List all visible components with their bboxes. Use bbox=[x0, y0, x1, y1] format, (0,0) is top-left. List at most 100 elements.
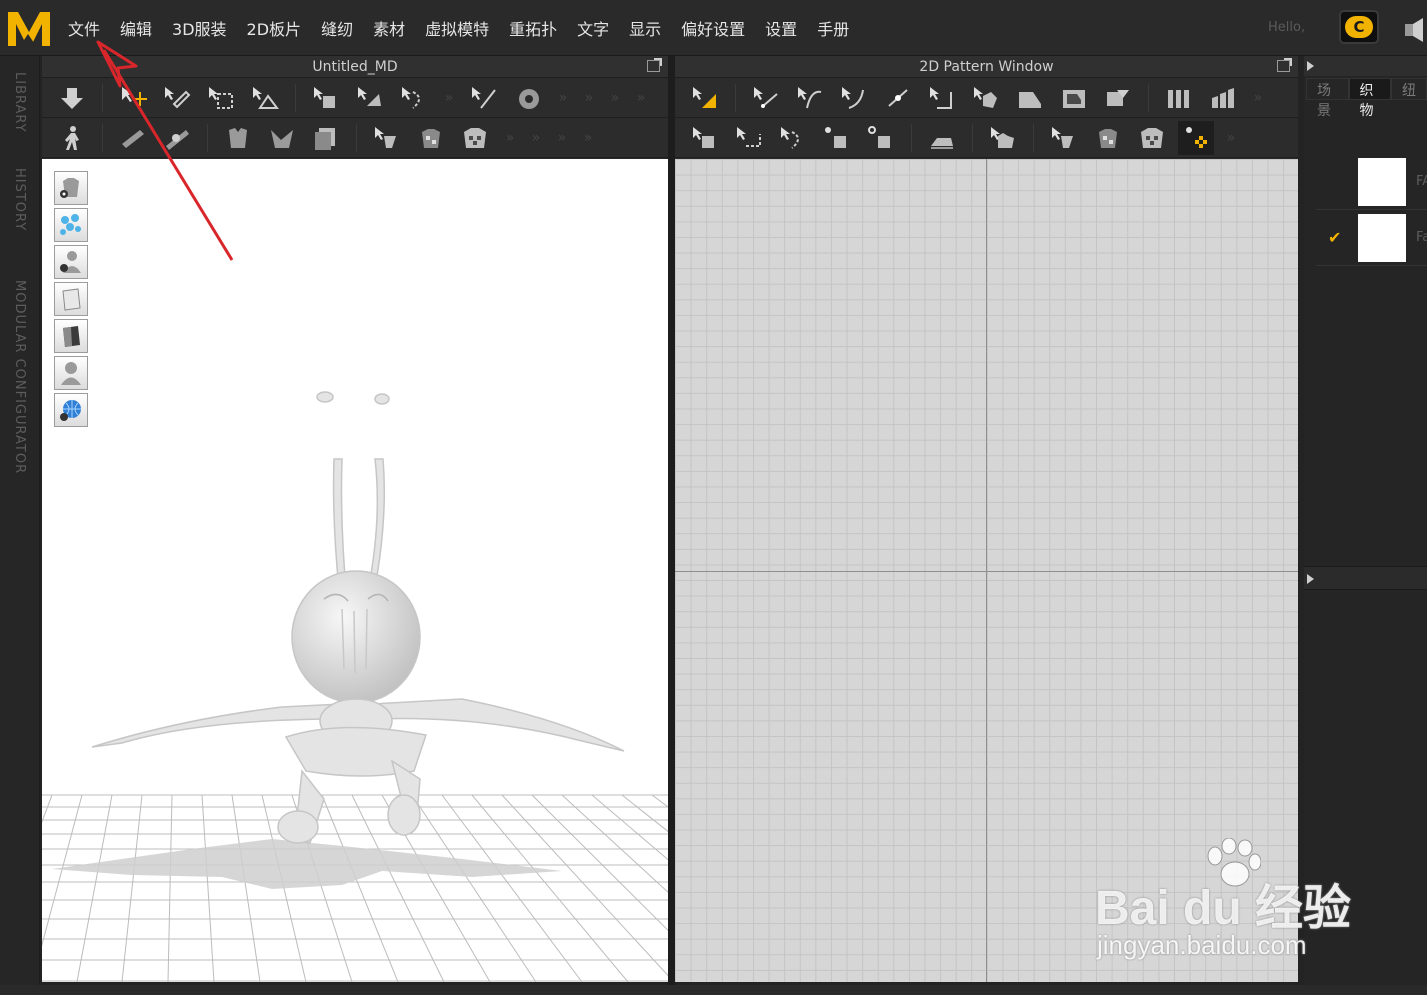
flatten-tool[interactable] bbox=[264, 121, 300, 155]
avatar-walk-tool[interactable] bbox=[54, 121, 90, 155]
edit-sewing-tool[interactable] bbox=[775, 121, 811, 155]
menu-retopology[interactable]: 重拓扑 bbox=[499, 16, 567, 40]
menu-display[interactable]: 显示 bbox=[619, 16, 671, 40]
popout-icon[interactable] bbox=[1277, 58, 1292, 72]
avatar-silhouette-button[interactable] bbox=[54, 356, 88, 390]
tab-fabric[interactable]: 织物 bbox=[1348, 78, 1391, 119]
speaker-icon[interactable] bbox=[1403, 18, 1427, 42]
more-icon[interactable]: » bbox=[1249, 90, 1267, 106]
tab-modular-configurator[interactable]: MODULAR CONFIGURATOR bbox=[12, 280, 27, 474]
edit-point-tool[interactable] bbox=[748, 81, 784, 115]
more-icon[interactable]: » bbox=[579, 130, 597, 146]
popout-icon[interactable] bbox=[647, 58, 662, 72]
more-icon[interactable]: » bbox=[527, 130, 545, 146]
curve-point-tool[interactable] bbox=[836, 81, 872, 115]
md-logo-icon[interactable] bbox=[6, 6, 52, 50]
tab-more[interactable]: 纽 bbox=[1391, 78, 1427, 100]
menu-2d-pattern[interactable]: 2D板片 bbox=[237, 16, 312, 40]
measure-tool[interactable] bbox=[115, 121, 151, 155]
more-icon[interactable]: » bbox=[1222, 130, 1240, 146]
select-mesh-tool[interactable] bbox=[159, 81, 195, 115]
show-particles-button[interactable] bbox=[54, 208, 88, 242]
menu-manual[interactable]: 手册 bbox=[807, 16, 859, 40]
more-icon[interactable]: » bbox=[501, 130, 519, 146]
rectangle-tool[interactable] bbox=[968, 81, 1004, 115]
viewport-3d[interactable] bbox=[42, 159, 668, 982]
garment-pin-tool[interactable] bbox=[985, 121, 1021, 155]
layer-tool[interactable] bbox=[308, 121, 344, 155]
box-select-tool[interactable] bbox=[203, 81, 239, 115]
button-tool[interactable] bbox=[369, 121, 405, 155]
rotate-tool[interactable] bbox=[510, 81, 546, 115]
ironing-tool[interactable] bbox=[924, 121, 960, 155]
tab-scene[interactable]: 场景 bbox=[1306, 78, 1349, 119]
segment-sewing-tool[interactable] bbox=[687, 121, 723, 155]
menu-materials[interactable]: 素材 bbox=[363, 16, 415, 40]
tab-history[interactable]: HISTORY bbox=[12, 168, 27, 231]
more-icon[interactable]: » bbox=[606, 90, 624, 106]
avatar-eye-icon bbox=[60, 251, 81, 273]
more-icon[interactable]: » bbox=[632, 90, 650, 106]
texture-edit-tool[interactable] bbox=[1046, 121, 1082, 155]
more-icon[interactable]: » bbox=[580, 90, 598, 106]
internal-rectangle-tool[interactable] bbox=[1056, 81, 1092, 115]
cloud-button[interactable]: C bbox=[1339, 10, 1379, 44]
visibility-tool[interactable] bbox=[1178, 120, 1214, 155]
main-menu: 文件 编辑 3D服装 2D板片 缝纫 素材 虚拟模特 重拓扑 文字 显示 偏好设… bbox=[58, 0, 859, 56]
panel-splitter[interactable] bbox=[668, 56, 675, 985]
tab-library[interactable]: LIBRARY bbox=[12, 72, 27, 133]
select-move-tool[interactable] bbox=[115, 81, 151, 115]
avatar-ant[interactable] bbox=[91, 391, 625, 844]
pleat-tool[interactable] bbox=[1161, 81, 1197, 115]
add-point-tool[interactable] bbox=[880, 81, 916, 115]
tape-tool[interactable] bbox=[159, 121, 195, 155]
toolbar-separator bbox=[102, 83, 103, 112]
pin-tool[interactable] bbox=[308, 81, 344, 115]
menu-preferences[interactable]: 偏好设置 bbox=[671, 16, 755, 40]
toolbar-separator bbox=[356, 123, 357, 152]
line-tool[interactable] bbox=[466, 81, 502, 115]
texture-view-button[interactable] bbox=[54, 319, 88, 353]
menu-avatar[interactable]: 虚拟模特 bbox=[415, 16, 499, 40]
dart-tool[interactable] bbox=[1100, 81, 1136, 115]
slash-spread-tool[interactable] bbox=[1205, 81, 1241, 115]
check-sewing-tool[interactable] bbox=[819, 121, 855, 155]
garment-fit-tool[interactable] bbox=[220, 121, 256, 155]
menu-sewing[interactable]: 缝纫 bbox=[311, 16, 363, 40]
free-sewing-tool[interactable] bbox=[731, 121, 767, 155]
internal-polygon-tool[interactable] bbox=[1012, 81, 1048, 115]
graphic-tool[interactable] bbox=[1090, 121, 1126, 155]
fold-tool[interactable] bbox=[247, 81, 283, 115]
transform-pattern-tool[interactable] bbox=[687, 81, 723, 115]
menu-3d-garment[interactable]: 3D服装 bbox=[162, 16, 237, 40]
show-garment-button[interactable] bbox=[54, 171, 88, 205]
more-icon[interactable]: » bbox=[554, 90, 572, 106]
menu-text[interactable]: 文字 bbox=[567, 16, 619, 40]
pleat-icon bbox=[1168, 89, 1189, 108]
download-tool[interactable] bbox=[54, 81, 90, 115]
more-icon[interactable]: » bbox=[440, 90, 458, 106]
menu-file[interactable]: 文件 bbox=[58, 16, 110, 40]
list-item[interactable]: ✔ Fa bbox=[1316, 210, 1427, 266]
sewing-3d-tool[interactable] bbox=[396, 81, 432, 115]
list-item[interactable]: FA bbox=[1316, 154, 1427, 210]
polygon-tool[interactable] bbox=[924, 81, 960, 115]
menu-edit[interactable]: 编辑 bbox=[110, 16, 162, 40]
viewport-2d[interactable] bbox=[675, 159, 1298, 982]
panel-3d-header: Untitled_MD » » » » » » » » » bbox=[42, 56, 668, 159]
expand-arrow-icon[interactable] bbox=[1307, 61, 1314, 71]
expand-arrow-icon[interactable] bbox=[1307, 574, 1314, 584]
toolbar-2d-row1: » bbox=[675, 78, 1298, 118]
fabric-label: FA bbox=[1416, 174, 1427, 189]
environment-view-button[interactable] bbox=[54, 393, 88, 427]
shirt-texture-tool[interactable] bbox=[457, 121, 493, 155]
sewing-length-tool[interactable] bbox=[863, 121, 899, 155]
fabric-view-button[interactable] bbox=[54, 282, 88, 316]
edit-curve-tool[interactable] bbox=[792, 81, 828, 115]
show-avatar-button[interactable] bbox=[54, 245, 88, 279]
shirt-pattern-tool[interactable] bbox=[413, 121, 449, 155]
topstitch-tool[interactable] bbox=[1134, 121, 1170, 155]
more-icon[interactable]: » bbox=[553, 130, 571, 146]
tack-tool[interactable] bbox=[352, 81, 388, 115]
menu-settings[interactable]: 设置 bbox=[755, 16, 807, 40]
